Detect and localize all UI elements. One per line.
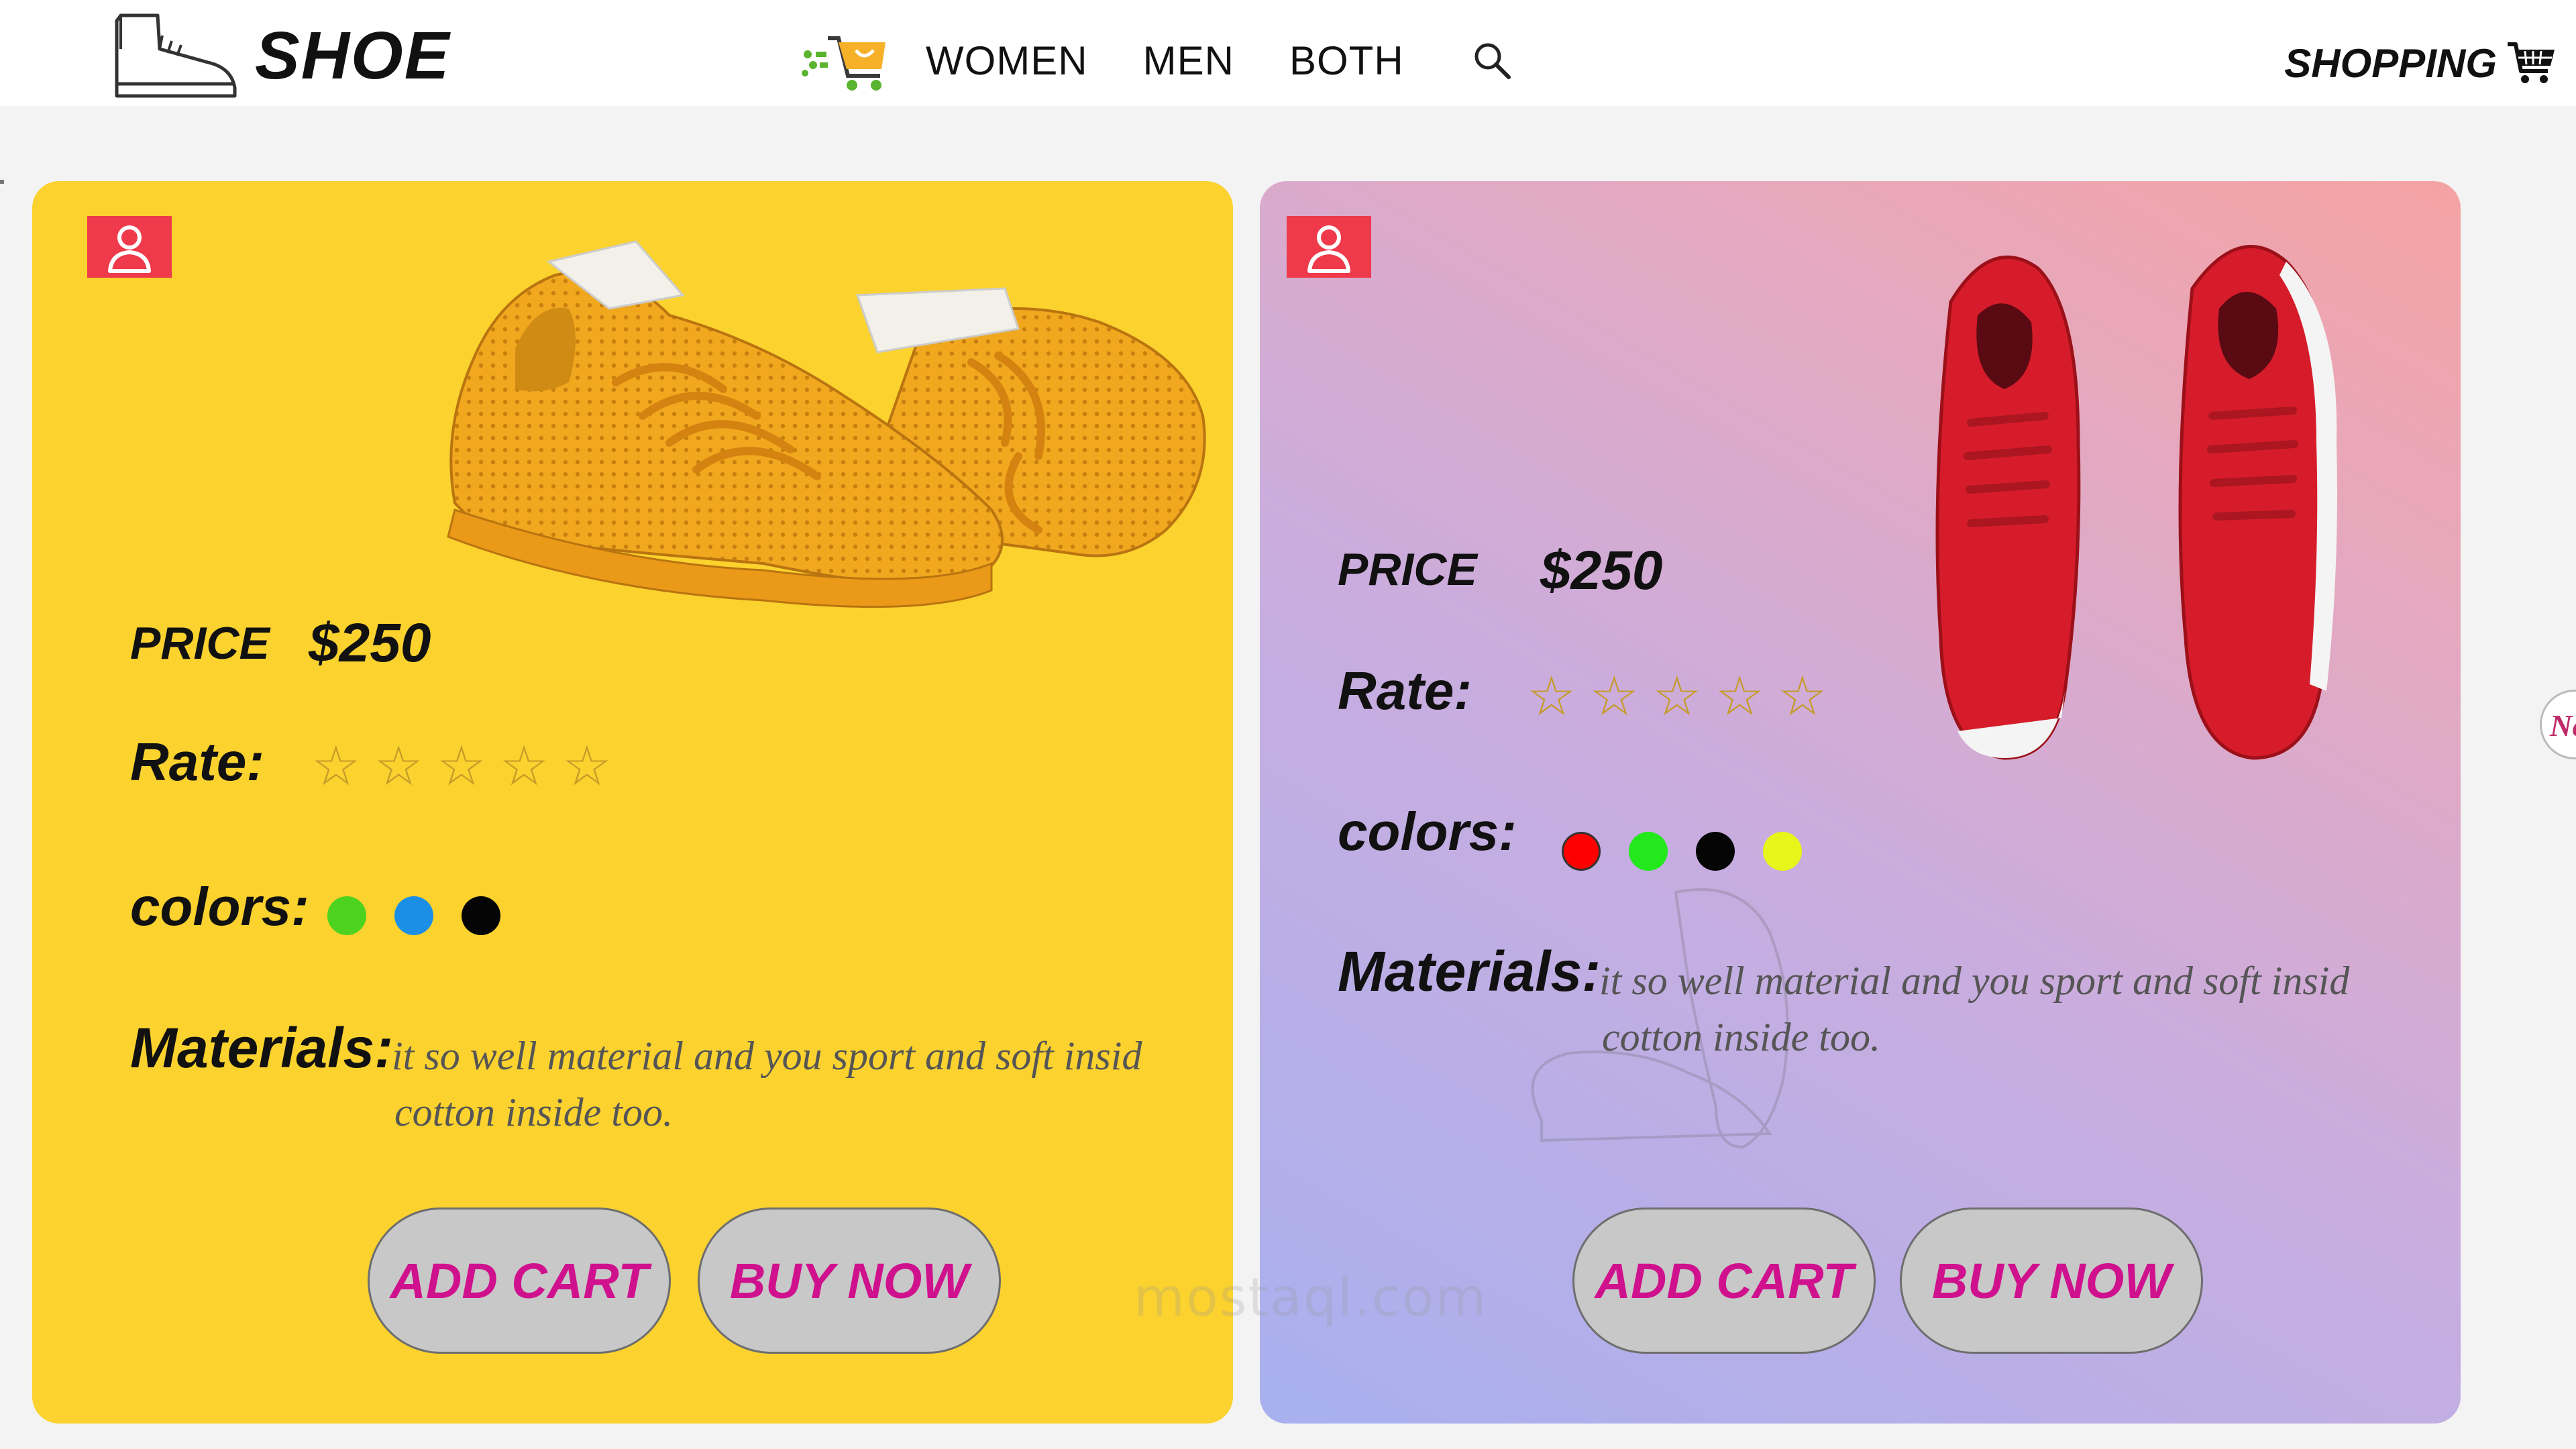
brand-name: SHOE [255, 17, 451, 93]
main-nav: WOMEN MEN BOTH [798, 27, 1513, 94]
user-icon [108, 225, 151, 273]
price-value: $250 [309, 612, 431, 674]
color-swatch[interactable] [1562, 832, 1601, 871]
rate-label: Rate: [130, 732, 265, 792]
product-card-gradient: PRICE $250 Rate: ☆ ☆ ☆ ☆ ☆ colors: Mater… [1260, 181, 2461, 1424]
materials-line-2: cotton inside too. [394, 1090, 673, 1134]
color-swatch[interactable] [1763, 832, 1802, 871]
star-icon[interactable]: ☆ [374, 739, 424, 794]
materials-description: it so well material and you sport and so… [392, 1028, 1142, 1140]
next-slide-label: Ne [2550, 708, 2576, 743]
price-label: PRICE [130, 618, 270, 669]
star-icon[interactable]: ☆ [562, 739, 612, 794]
star-icon[interactable]: ☆ [1715, 669, 1765, 724]
star-icon[interactable]: ☆ [1590, 669, 1640, 724]
next-slide-button[interactable]: Ne [2540, 690, 2576, 759]
materials-line-1: it so well material and you sport and so… [392, 1034, 1142, 1078]
red-sneakers-image [1935, 245, 2337, 760]
nav-link-men[interactable]: MEN [1143, 38, 1234, 84]
color-options [1562, 832, 1830, 871]
add-cart-button[interactable]: ADD CART [1572, 1208, 1876, 1354]
star-icon[interactable]: ☆ [1778, 669, 1827, 724]
materials-line-2: cotton inside too. [1602, 1015, 1880, 1059]
watermark: mostaql.com [1134, 1268, 1488, 1328]
materials-line-1: it so well material and you sport and so… [1599, 959, 2350, 1003]
color-swatch[interactable] [394, 896, 433, 935]
color-swatch[interactable] [1629, 832, 1668, 871]
rating-stars[interactable]: ☆ ☆ ☆ ☆ ☆ [1527, 669, 1841, 724]
nav-link-women[interactable]: WOMEN [926, 38, 1088, 84]
star-icon[interactable]: ☆ [437, 739, 486, 794]
edge-mark [0, 180, 4, 184]
yellow-sneakers-image [447, 240, 1206, 608]
rate-label: Rate: [1338, 661, 1472, 720]
color-swatch[interactable] [1696, 832, 1735, 871]
colors-label: colors: [1338, 802, 1517, 861]
cart-logo-icon[interactable] [798, 23, 892, 97]
user-badge[interactable] [87, 216, 172, 278]
star-icon[interactable]: ☆ [1527, 669, 1576, 724]
star-icon[interactable]: ☆ [311, 739, 361, 794]
search-icon[interactable] [1471, 40, 1513, 81]
rating-stars[interactable]: ☆ ☆ ☆ ☆ ☆ [311, 739, 625, 794]
brand[interactable]: SHOE [107, 12, 450, 99]
color-swatch[interactable] [462, 896, 500, 935]
price-label: PRICE [1338, 544, 1477, 595]
color-swatch[interactable] [327, 896, 366, 935]
price-value: $250 [1540, 540, 1663, 601]
nav-link-both[interactable]: BOTH [1289, 38, 1404, 84]
materials-label: Materials: [130, 1016, 394, 1079]
shopping-cart-icon [2508, 42, 2555, 83]
shopping-label: SHOPPING [2284, 40, 2497, 86]
top-navbar: SHOE WOMEN MEN BOTH SHOPPING [0, 0, 2576, 106]
product-card-yellow: PRICE $250 Rate: ☆ ☆ ☆ ☆ ☆ colors: Mater… [32, 181, 1233, 1424]
shopping-cart-link[interactable]: SHOPPING [2284, 39, 2557, 87]
colors-label: colors: [130, 877, 309, 936]
materials-description: it so well material and you sport and so… [1599, 953, 2349, 1065]
user-icon [1307, 225, 1350, 273]
buy-now-button[interactable]: BUY NOW [1900, 1208, 2203, 1354]
materials-label: Materials: [1338, 940, 1601, 1003]
color-options [327, 896, 529, 935]
add-cart-button[interactable]: ADD CART [368, 1208, 671, 1354]
star-icon[interactable]: ☆ [1652, 669, 1702, 724]
star-icon[interactable]: ☆ [500, 739, 549, 794]
buy-now-button[interactable]: BUY NOW [698, 1208, 1001, 1354]
user-badge[interactable] [1287, 216, 1371, 278]
boot-icon [115, 13, 237, 98]
